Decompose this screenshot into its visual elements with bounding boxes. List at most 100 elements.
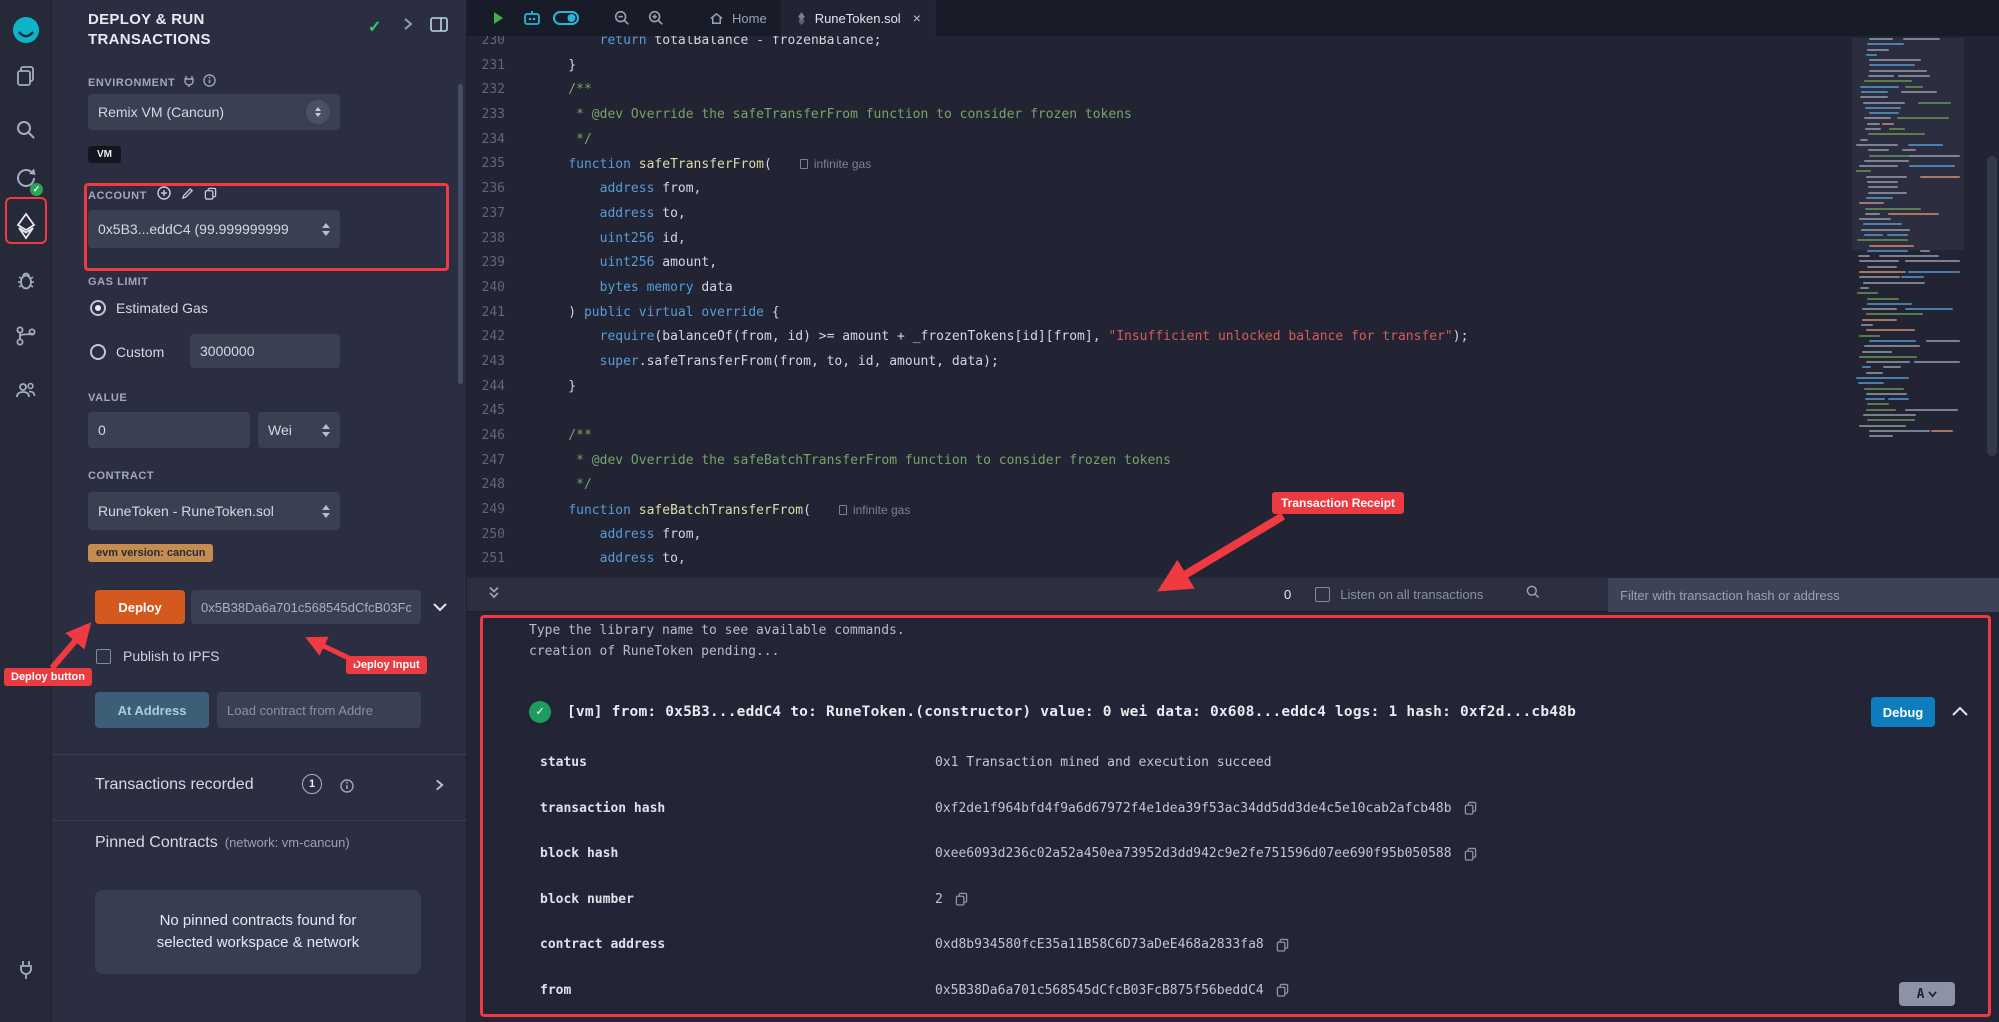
search-icon[interactable] — [0, 110, 52, 150]
fork-icon[interactable] — [183, 74, 195, 92]
zoom-out-icon[interactable] — [605, 0, 639, 36]
tab-bar: Home RuneToken.sol × — [467, 0, 1999, 36]
pinned-contracts-title: Pinned Contracts — [95, 834, 218, 852]
debug-button[interactable]: Debug — [1871, 697, 1935, 727]
receipt-label: status — [540, 755, 935, 770]
pinned-contracts-network: (network: vm-cancun) — [225, 835, 350, 850]
environment-label: ENVIRONMENT — [88, 77, 175, 89]
terminal-output: Type the library name to see available c… — [467, 612, 1999, 1022]
tab-runetoken[interactable]: RuneToken.sol × — [782, 0, 936, 36]
run-script-icon[interactable] — [481, 0, 515, 36]
code-line: 248 */ — [467, 473, 1999, 498]
debugger-icon[interactable] — [0, 260, 52, 300]
custom-gas-input[interactable] — [190, 334, 340, 368]
deploy-input[interactable] — [191, 590, 421, 624]
receipt-row: status0x1 Transaction mined and executio… — [540, 740, 1999, 786]
terminal-expand-icon[interactable] — [487, 585, 501, 605]
info-icon[interactable] — [203, 74, 216, 92]
panel-scrollbar[interactable] — [458, 84, 463, 384]
code-line: 245 — [467, 399, 1999, 424]
terminal: 0 Listen on all transactions Type the li… — [467, 578, 1999, 1022]
account-select[interactable]: 0x5B3...eddC4 (99.999999999 — [88, 210, 340, 248]
transactions-info-icon[interactable] — [340, 779, 354, 798]
copy-icon[interactable] — [1276, 983, 1289, 997]
at-address-input[interactable] — [217, 692, 421, 728]
collapse-receipt-icon[interactable] — [1951, 703, 1969, 722]
account-label: ACCOUNT — [88, 190, 147, 202]
receipt-value: 0xf2de1f964bfd4f9a6d67972f4e1dea39f53ac3… — [935, 801, 1452, 816]
editor-scrollbar[interactable] — [1987, 36, 1997, 578]
evm-version-badge: evm version: cancun — [88, 544, 213, 562]
transaction-summary-row[interactable]: ✓ [vm] from: 0x5B3...eddC4 to: RuneToken… — [467, 692, 1999, 732]
receipt-row: block number2 — [540, 877, 1999, 923]
deploy-run-icon[interactable] — [0, 206, 52, 246]
account-select-arrows — [322, 223, 330, 236]
pinned-contracts-empty: No pinned contracts found for selected w… — [95, 890, 421, 974]
code-line: 251 address to, — [467, 547, 1999, 572]
transactions-expand-icon[interactable] — [434, 778, 445, 797]
terminal-toolbar: 0 Listen on all transactions — [467, 578, 1999, 612]
code-line: 237 address to, — [467, 202, 1999, 227]
settings-plug-icon[interactable] — [0, 950, 52, 990]
code-lines: 230 return totalBalance - frozenBalance;… — [467, 36, 1999, 572]
copilot-toggle-icon[interactable] — [549, 0, 583, 36]
ai-assistant-icon[interactable] — [515, 0, 549, 36]
contract-value: RuneToken - RuneToken.sol — [98, 503, 274, 519]
environment-value: Remix VM (Cancun) — [98, 104, 224, 120]
minimap[interactable] — [1856, 38, 1960, 468]
code-line: 241 ) public virtual override { — [467, 301, 1999, 326]
panel-check-icon[interactable]: ✓ — [368, 17, 381, 37]
terminal-overlay-badge[interactable]: A — [1899, 982, 1955, 1006]
copy-icon[interactable] — [955, 892, 968, 906]
transaction-filter-input[interactable] — [1608, 578, 1999, 612]
add-account-icon[interactable] — [157, 186, 171, 205]
contract-select[interactable]: RuneToken - RuneToken.sol — [88, 492, 340, 530]
copy-icon[interactable] — [1464, 801, 1477, 815]
panel-expand-icon[interactable] — [402, 17, 414, 36]
custom-gas-label: Custom — [116, 344, 164, 360]
code-line: 239 uint256 amount, — [467, 251, 1999, 276]
receipt-row: from0x5B38Da6a701c568545dCfcB03FcB875f56… — [540, 968, 1999, 1014]
receipt-label: transaction hash — [540, 801, 935, 816]
receipt-value: 0xd8b934580fcE35a11B58C6D73aDeE468a2833f… — [935, 937, 1264, 952]
account-value: 0x5B3...eddC4 (99.999999999 — [98, 221, 289, 237]
listen-label: Listen on all transactions — [1340, 587, 1483, 602]
receipt-table: status0x1 Transaction mined and executio… — [467, 740, 1999, 1013]
remix-logo[interactable] — [0, 10, 52, 50]
copy-icon[interactable] — [1464, 847, 1477, 861]
plugin-manager-icon[interactable] — [0, 370, 52, 410]
file-explorer-icon[interactable] — [0, 56, 52, 96]
zoom-in-icon[interactable] — [639, 0, 673, 36]
terminal-search-icon[interactable] — [1525, 584, 1541, 605]
tab-home[interactable]: Home — [695, 0, 782, 36]
git-icon[interactable] — [0, 316, 52, 356]
value-label: VALUE — [88, 392, 127, 404]
code-line: 234 */ — [467, 128, 1999, 153]
solidity-compiler-icon[interactable]: ✓ — [0, 158, 52, 198]
value-input[interactable] — [88, 412, 250, 448]
panel-layout-icon[interactable] — [430, 17, 448, 37]
compile-success-badge: ✓ — [30, 183, 43, 196]
listen-checkbox[interactable] — [1315, 587, 1330, 602]
environment-select[interactable]: Remix VM (Cancun) — [88, 94, 340, 130]
environment-pin-icon[interactable] — [306, 100, 330, 124]
custom-gas-radio[interactable] — [90, 344, 106, 360]
contract-label: CONTRACT — [88, 470, 154, 482]
value-unit-select[interactable]: Wei — [258, 412, 340, 448]
deploy-button[interactable]: Deploy — [95, 590, 185, 624]
copy-account-icon[interactable] — [204, 187, 217, 205]
code-line: 249 function safeBatchTransferFrom(infin… — [467, 498, 1999, 523]
copy-icon[interactable] — [1276, 938, 1289, 952]
estimated-gas-radio[interactable] — [90, 300, 106, 316]
code-line: 231 } — [467, 54, 1999, 79]
code-line: 240 bytes memory data — [467, 276, 1999, 301]
home-icon — [709, 11, 724, 26]
receipt-label: block hash — [540, 846, 935, 861]
sign-message-icon[interactable] — [181, 187, 194, 205]
code-editor[interactable]: 230 return totalBalance - frozenBalance;… — [467, 36, 1999, 578]
deploy-run-panel: DEPLOY & RUN TRANSACTIONS ✓ ENVIRONMENT … — [52, 0, 467, 1022]
publish-ipfs-checkbox[interactable] — [96, 649, 111, 664]
tab-close-icon[interactable]: × — [913, 10, 921, 26]
at-address-button[interactable]: At Address — [95, 692, 209, 728]
deploy-expand-chevron-icon[interactable] — [432, 600, 448, 618]
